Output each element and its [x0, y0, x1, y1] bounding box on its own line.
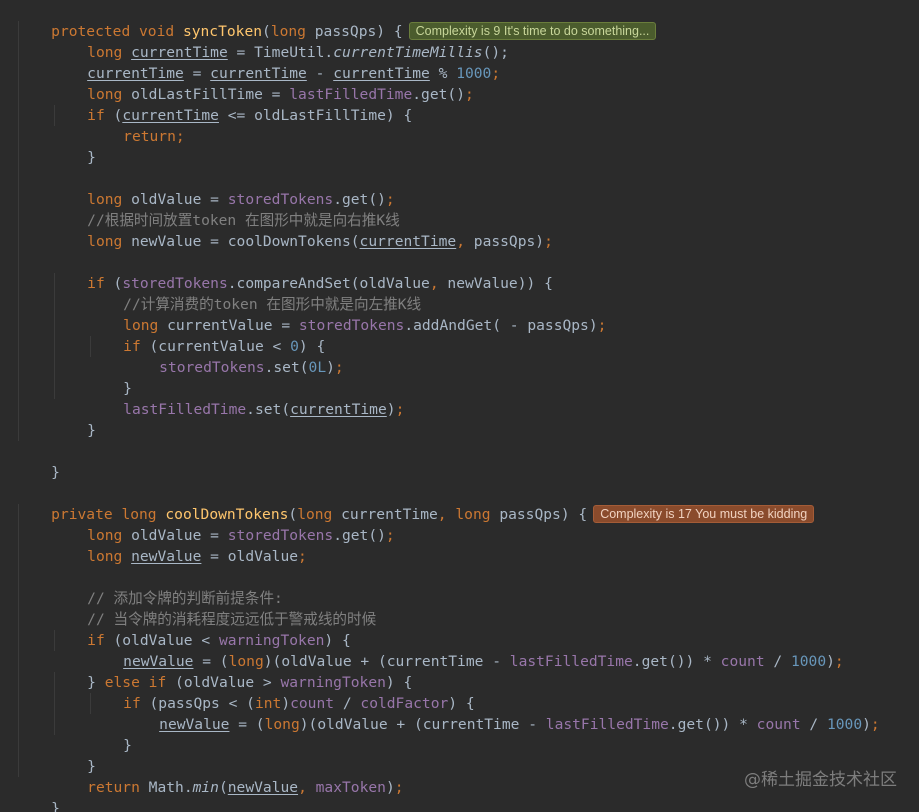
code-line[interactable]: } else if (oldValue > warningToken) { [0, 651, 919, 691]
code-line[interactable] [0, 147, 919, 168]
code-line[interactable]: // 当令牌的消耗程度远远低于警戒线的时候 [0, 588, 919, 628]
code-line[interactable]: long newValue = oldValue; [0, 525, 919, 565]
code-line[interactable]: if (passQps < (int)count / coldFactor) { [0, 672, 919, 712]
code-line[interactable]: protected void syncToken(long passQps) {… [0, 0, 919, 40]
code-line[interactable]: } [0, 714, 919, 754]
code-line[interactable]: return; [0, 105, 919, 145]
watermark: @稀土掘金技术社区 [744, 770, 897, 790]
code-line[interactable] [0, 462, 919, 483]
code-line[interactable]: } [0, 735, 919, 775]
code-line[interactable]: newValue = (long)(oldValue + (currentTim… [0, 693, 919, 733]
code-line[interactable]: storedTokens.set(0L); [0, 336, 919, 376]
code-line[interactable]: currentTime = currentTime - currentTime … [0, 42, 919, 82]
code-line[interactable] [0, 231, 919, 252]
code-line[interactable]: long oldValue = storedTokens.get(); [0, 168, 919, 208]
code-line[interactable]: if (currentValue < 0) { [0, 315, 919, 355]
code-line[interactable]: lastFilledTime.set(currentTime); [0, 378, 919, 418]
code-line[interactable]: long oldLastFillTime = lastFilledTime.ge… [0, 63, 919, 103]
code-line[interactable]: // 添加令牌的判断前提条件: [0, 567, 919, 607]
code-line[interactable] [0, 420, 919, 441]
code-line[interactable]: long currentTime = TimeUtil.currentTimeM… [0, 21, 919, 61]
code-line[interactable]: long oldValue = storedTokens.get(); [0, 504, 919, 544]
code-line[interactable]: } [0, 441, 919, 481]
code-line[interactable]: } [0, 399, 919, 439]
code-line[interactable]: //根据时间放置token 在图形中就是向右推K线 [0, 189, 919, 229]
code-line[interactable]: } [0, 126, 919, 166]
code-line[interactable]: //计算消费的token 在图形中就是向左推K线 [0, 273, 919, 313]
code-line[interactable]: } [0, 357, 919, 397]
code-line[interactable] [0, 546, 919, 567]
code-line[interactable]: long newValue = coolDownTokens(currentTi… [0, 210, 919, 250]
code-token: } [51, 800, 60, 812]
code-line[interactable]: if (currentTime <= oldLastFillTime) { [0, 84, 919, 124]
code-line[interactable]: newValue = (long)(oldValue + (currentTim… [0, 630, 919, 670]
code-line[interactable]: if (oldValue < warningToken) { [0, 609, 919, 649]
code-line[interactable]: private long coolDownTokens(long current… [0, 483, 919, 523]
code-line[interactable]: if (storedTokens.compareAndSet(oldValue,… [0, 252, 919, 292]
code-line[interactable]: long currentValue = storedTokens.addAndG… [0, 294, 919, 334]
code-editor[interactable]: protected void syncToken(long passQps) {… [0, 0, 919, 812]
